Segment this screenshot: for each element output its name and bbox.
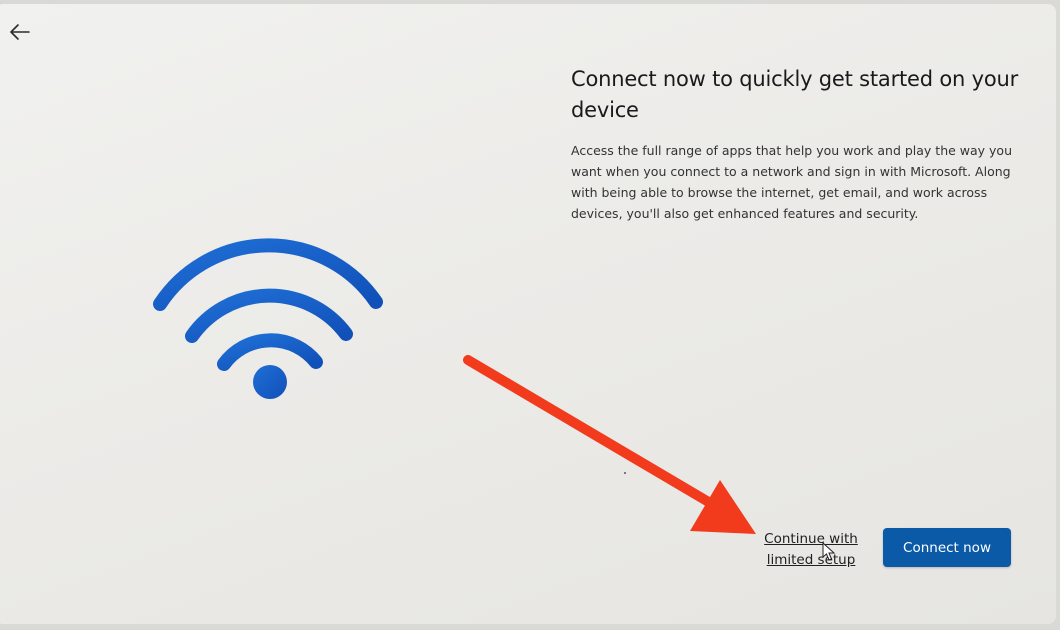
arrow-left-icon (10, 24, 30, 40)
oobe-screen: Connect now to quickly get started on yo… (0, 4, 1056, 624)
continue-limited-setup-link[interactable]: Continue with limited setup (755, 529, 867, 571)
main-content: Connect now to quickly get started on yo… (571, 64, 1021, 224)
back-button[interactable] (6, 18, 34, 46)
page-description: Access the full range of apps that help … (571, 143, 1013, 221)
screen-dust-speck (624, 472, 626, 474)
page-title: Connect now to quickly get started on yo… (571, 67, 1019, 122)
wifi-icon (153, 238, 383, 399)
connect-now-button[interactable]: Connect now (883, 528, 1011, 567)
